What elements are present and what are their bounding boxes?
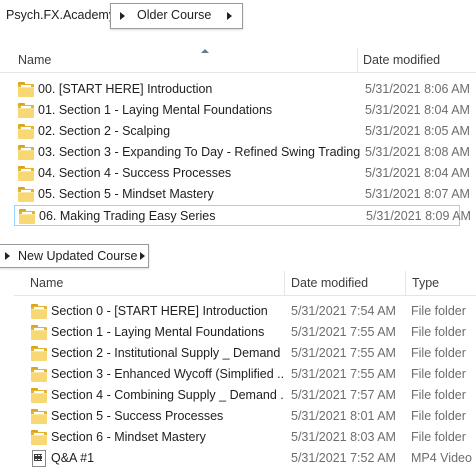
list-item[interactable]: 02. Section 2 - Scalping 5/31/2021 8:05 A… [14, 121, 470, 142]
breadcrumb-current-box[interactable]: Older Course [110, 3, 243, 29]
date-modified: 5/31/2021 7:55 AM [291, 325, 396, 339]
top-list-header: Name Date modified [0, 48, 476, 73]
breadcrumb-current-box[interactable]: New Updated Course [0, 244, 149, 268]
file-name: 00. [START HERE] Introduction [38, 82, 213, 96]
folder-icon [31, 304, 47, 319]
date-modified: 5/31/2021 8:08 AM [365, 145, 470, 159]
file-name: Section 4 - Combining Supply _ Demand ..… [51, 388, 283, 402]
folder-icon [18, 124, 34, 139]
list-item[interactable]: 00. [START HERE] Introduction 5/31/2021 8… [14, 79, 470, 100]
folder-icon [31, 325, 47, 340]
column-header-name[interactable]: Name [30, 276, 63, 290]
folder-icon [31, 430, 47, 445]
date-modified: 5/31/2021 7:57 AM [291, 388, 396, 402]
file-type: File folder [411, 346, 466, 360]
file-name: 01. Section 1 - Laying Mental Foundation… [38, 103, 273, 117]
date-modified: 5/31/2021 8:07 AM [365, 187, 470, 201]
date-modified: 5/31/2021 8:03 AM [291, 430, 396, 444]
file-name: Section 3 - Enhanced Wycoff (Simplified … [51, 367, 283, 381]
column-header-type[interactable]: Type [412, 276, 439, 290]
file-type: File folder [411, 388, 466, 402]
file-type: MP4 Video [411, 451, 472, 465]
column-divider[interactable] [284, 271, 285, 295]
chevron-right-icon[interactable] [227, 12, 232, 20]
file-name: Section 0 - [START HERE] Introduction [51, 304, 268, 318]
file-name: 04. Section 4 - Success Processes [38, 166, 232, 180]
video-file-icon [32, 450, 46, 467]
list-item[interactable]: 06. Making Trading Easy Series 5/31/2021 … [14, 205, 471, 226]
list-item[interactable]: Section 4 - Combining Supply _ Demand ..… [14, 385, 476, 406]
list-item[interactable]: Section 3 - Enhanced Wycoff (Simplified … [14, 364, 476, 385]
folder-icon [31, 346, 47, 361]
bottom-list-header: Name Date modified Type [14, 271, 476, 296]
list-item[interactable]: Section 6 - Mindset Mastery 5/31/2021 8:0… [14, 427, 476, 448]
breadcrumb-top: Psych.FX.Academy Older Course [0, 0, 476, 34]
file-name: 06. Making Trading Easy Series [39, 209, 216, 223]
file-type: File folder [411, 304, 466, 318]
breadcrumb-item-current[interactable]: New Updated Course [18, 249, 138, 263]
column-divider[interactable] [405, 271, 406, 295]
column-header-name[interactable]: Name [18, 53, 51, 67]
folder-icon [18, 187, 34, 202]
folder-icon [18, 103, 34, 118]
file-type: File folder [411, 430, 466, 444]
sort-ascending-icon [201, 49, 209, 53]
folder-icon [31, 367, 47, 382]
date-modified: 5/31/2021 7:52 AM [291, 451, 396, 465]
column-header-date-modified[interactable]: Date modified [363, 53, 440, 67]
folder-icon [31, 409, 47, 424]
folder-icon [19, 209, 35, 224]
file-name: Q&A #1 [51, 451, 95, 465]
list-item[interactable]: Section 0 - [START HERE] Introduction 5/3… [14, 301, 476, 322]
date-modified: 5/31/2021 8:04 AM [365, 166, 470, 180]
chevron-right-icon[interactable] [140, 252, 145, 260]
column-divider[interactable] [357, 48, 358, 72]
list-item[interactable]: Section 1 - Laying Mental Foundations 5/3… [14, 322, 476, 343]
file-name: Section 2 - Institutional Supply _ Deman… [51, 346, 281, 360]
date-modified: 5/31/2021 7:55 AM [291, 346, 396, 360]
breadcrumb-item-current[interactable]: Older Course [137, 8, 211, 22]
file-name: Section 5 - Success Processes [51, 409, 224, 423]
list-item[interactable]: 03. Section 3 - Expanding To Day - Refin… [14, 142, 470, 163]
file-type: File folder [411, 409, 466, 423]
list-item[interactable]: 04. Section 4 - Success Processes 5/31/20… [14, 163, 470, 184]
date-modified: 5/31/2021 8:09 AM [366, 209, 471, 223]
list-item[interactable]: 01. Section 1 - Laying Mental Foundation… [14, 100, 470, 121]
list-item[interactable]: Section 5 - Success Processes 5/31/2021 8… [14, 406, 476, 427]
breadcrumb-item-root[interactable]: Psych.FX.Academy [6, 8, 115, 22]
date-modified: 5/31/2021 7:55 AM [291, 367, 396, 381]
folder-icon [18, 166, 34, 181]
date-modified: 5/31/2021 8:04 AM [365, 103, 470, 117]
date-modified: 5/31/2021 8:06 AM [365, 82, 470, 96]
list-item[interactable]: Section 2 - Institutional Supply _ Deman… [14, 343, 476, 364]
file-name: Section 1 - Laying Mental Foundations [51, 325, 265, 339]
folder-icon [18, 145, 34, 160]
file-type: File folder [411, 325, 466, 339]
list-item[interactable]: 05. Section 5 - Mindset Mastery 5/31/2021… [14, 184, 470, 205]
list-item[interactable]: Q&A #1 5/31/2021 7:52 AM MP4 Video [14, 448, 476, 469]
chevron-right-icon[interactable] [120, 12, 125, 20]
chevron-right-icon[interactable] [5, 252, 10, 260]
folder-icon [18, 82, 34, 97]
date-modified: 5/31/2021 7:54 AM [291, 304, 396, 318]
file-name: Section 6 - Mindset Mastery [51, 430, 206, 444]
breadcrumb-bottom: New Updated Course [0, 243, 476, 269]
file-name: 05. Section 5 - Mindset Mastery [38, 187, 214, 201]
file-name: 02. Section 2 - Scalping [38, 124, 171, 138]
folder-icon [31, 388, 47, 403]
date-modified: 5/31/2021 8:01 AM [291, 409, 396, 423]
date-modified: 5/31/2021 8:05 AM [365, 124, 470, 138]
column-header-date-modified[interactable]: Date modified [291, 276, 368, 290]
file-type: File folder [411, 367, 466, 381]
file-name: 03. Section 3 - Expanding To Day - Refin… [38, 145, 361, 159]
